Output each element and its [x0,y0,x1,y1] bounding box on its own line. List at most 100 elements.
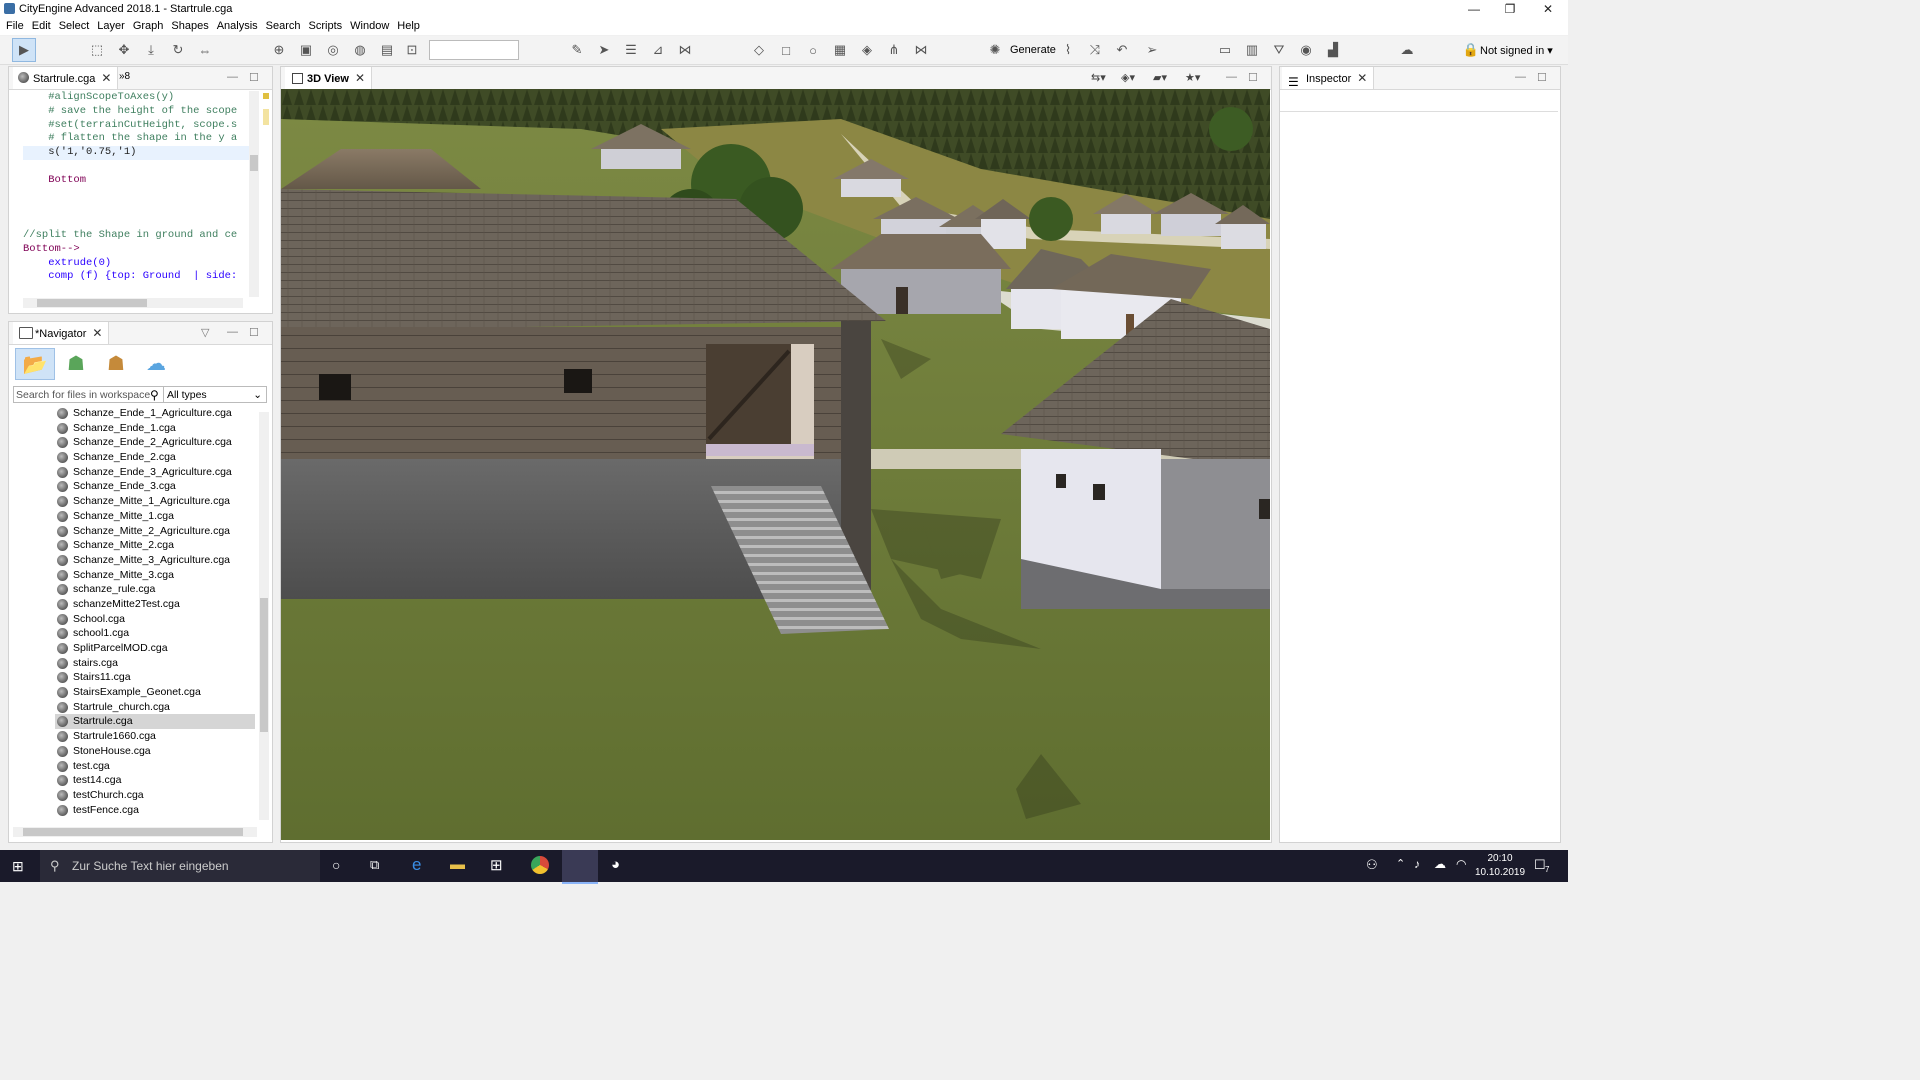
rect-icon[interactable]: □ [777,41,795,59]
cortana-icon[interactable]: ○ [332,857,340,873]
select-tool-icon[interactable]: ▶ [12,38,36,62]
layer-icon[interactable]: ▣ [297,41,315,59]
cloud-icon[interactable]: ☁ [137,348,175,378]
file-list-item[interactable]: stairs.cga [55,656,255,671]
shape-icon[interactable]: ◈ [858,41,876,59]
code-line[interactable] [23,215,255,229]
code-line[interactable]: Bottom [23,174,255,188]
scroll-thumb[interactable] [260,598,268,732]
menu-graph[interactable]: Graph [129,18,168,35]
box-icon[interactable]: ▤ [378,41,396,59]
stats-icon[interactable]: ▟ [1324,41,1342,59]
cabinet-icon[interactable]: ▥ [1243,41,1261,59]
lock-icon[interactable]: ⊡ [403,41,421,59]
workspace-search-input[interactable]: Search for files in workspace [13,386,165,403]
maximize-icon[interactable]: ☐ [249,326,259,339]
globe-icon[interactable]: ◍ [351,41,369,59]
scroll-thumb[interactable] [250,155,258,171]
file-list-item[interactable]: Schanze_Ende_1.cga [55,421,255,436]
file-list-item[interactable]: schanzeMitte2Test.cga [55,597,255,612]
filter-icon[interactable]: ⛛ [1270,41,1288,59]
draw-icon[interactable]: ✎ [568,41,586,59]
scale-icon[interactable]: ⇔ [196,41,214,59]
shuffle-icon[interactable]: ⤨ [1086,41,1104,59]
portal-icon[interactable]: ☗ [57,348,95,378]
code-editor[interactable]: #alignScopeToAxes(y) # save the height o… [23,91,255,297]
minimize-icon[interactable]: — [227,326,238,338]
code-line[interactable] [23,160,255,174]
split-icon[interactable]: ⋈ [912,41,930,59]
file-list-item[interactable]: SplitParcelMOD.cga [55,641,255,656]
toolbar-input[interactable] [429,40,519,60]
close-icon[interactable]: ✕ [101,71,111,85]
file-list-item[interactable]: StoneHouse.cga [55,744,255,759]
tab-startrule[interactable]: Startrule.cga ✕ [13,67,119,89]
store-icon[interactable]: ⊞ [490,856,503,874]
cleanup-icon[interactable]: ⌇ [1059,41,1077,59]
network-icon[interactable]: ◠ [1456,857,1466,871]
editor-hscroll[interactable] [23,298,243,308]
file-list-item[interactable]: Schanze_Ende_2_Agriculture.cga [55,435,255,450]
scroll-thumb[interactable] [23,828,243,836]
menu-search[interactable]: Search [262,18,305,35]
code-line[interactable] [23,201,255,215]
cityengine-task-icon[interactable] [562,850,598,884]
frame-icon[interactable]: ⬚ [88,41,106,59]
grid-icon[interactable]: ⋈ [676,41,694,59]
file-list-item[interactable]: school1.cga [55,626,255,641]
file-list-item[interactable]: Schanze_Ende_1_Agriculture.cga [55,406,255,421]
file-list-item[interactable]: test14.cga [55,773,255,788]
taskbar-search[interactable]: ⚲ Zur Suche Text hier eingeben [40,850,320,882]
close-button[interactable]: ✕ [1530,0,1566,18]
clock-time[interactable]: 20:10 [1480,853,1520,864]
chrome-icon[interactable] [531,856,549,874]
code-line[interactable]: extrude(0) [23,257,255,271]
file-list-item[interactable]: schanze_rule.cga [55,582,255,597]
file-list-item[interactable]: Schanze_Ende_3.cga [55,479,255,494]
menu-help[interactable]: Help [393,18,424,35]
file-list-item[interactable]: Schanze_Mitte_1.cga [55,509,255,524]
file-list-item[interactable]: Schanze_Mitte_3_Agriculture.cga [55,553,255,568]
edge-icon[interactable]: e [412,855,421,875]
file-list-item[interactable]: Schanze_Mitte_1_Agriculture.cga [55,494,255,509]
minimize-icon[interactable]: — [1515,71,1526,83]
code-line[interactable]: #alignScopeToAxes(y) [23,91,255,105]
code-line[interactable]: #set(terrainCutHeight, scope.s [23,119,255,133]
orbit-icon[interactable]: ◎ [324,41,342,59]
notification-icon[interactable]: ☐ [1534,857,1546,873]
render-mode-icon[interactable]: ◈▾ [1121,71,1135,84]
file-list-item[interactable]: testFence.cga [55,803,255,818]
navigator-hscroll[interactable] [13,827,257,837]
arrow-draw-icon[interactable]: ➤ [595,41,613,59]
circle-icon[interactable]: ○ [804,41,822,59]
tab-inspector[interactable]: ☰ Inspector ✕ [1282,67,1375,89]
code-line[interactable]: # save the height of the scope [23,105,255,119]
close-icon[interactable]: ✕ [355,71,365,85]
file-list-item[interactable]: Schanze_Mitte_2.cga [55,538,255,553]
polygon-icon[interactable]: ◇ [750,41,768,59]
tab-3d-view[interactable]: 3D View ✕ [285,67,373,89]
close-icon[interactable]: ✕ [92,326,102,340]
code-line[interactable]: # flatten the shape in the y a [23,132,255,146]
file-list-item[interactable]: School.cga [55,612,255,627]
task-view-icon[interactable]: ⧉ [370,857,379,873]
transform-icon[interactable]: ⊕ [270,41,288,59]
3d-viewport[interactable] [281,89,1270,840]
ruler-icon[interactable]: ▭ [1216,41,1234,59]
code-line[interactable]: s('1,'0.75,'1) [23,146,255,160]
navigator-vscroll[interactable] [259,412,269,820]
cursor-icon[interactable]: ➢ [1143,41,1161,59]
file-type-select[interactable]: All types ⌄ [163,386,267,403]
maximize-icon[interactable]: ☐ [249,71,259,84]
menu-file[interactable]: File [2,18,28,35]
drop-icon[interactable]: ⤓ [142,41,160,59]
scene-render[interactable] [281,89,1270,840]
volume-icon[interactable]: ♪ [1414,857,1420,871]
code-line[interactable]: Bottom--> [23,243,255,257]
group-icon[interactable]: ☗ [97,348,135,378]
generate-button[interactable]: Generate [1010,44,1056,56]
app-task-icon[interactable]: ◕ [611,856,620,873]
file-list-item[interactable]: testChurch.cga [55,788,255,803]
camera-icon[interactable]: ▰▾ [1153,71,1167,84]
people-icon[interactable]: ⚇ [1366,857,1378,873]
